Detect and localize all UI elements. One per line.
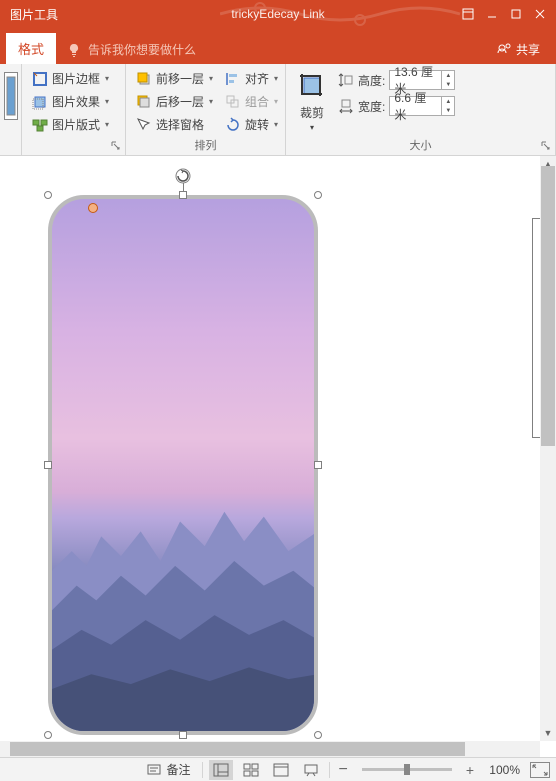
width-input[interactable]: 6.6 厘米 ▲▼ [389,96,455,116]
vertical-scroll-thumb[interactable] [541,166,555,446]
zoom-in-button[interactable]: + [464,762,476,778]
resize-handle-nw[interactable] [44,191,52,199]
rotation-handle[interactable] [174,167,192,185]
ribbon-group-styles-partial [0,64,22,155]
ribbon-group-picture-adjust: 图片边框▾ 图片效果▾ 图片版式▾ [22,64,126,155]
mountain-image [52,492,318,731]
vertical-scrollbar[interactable]: ▲ ▼ [540,156,556,741]
fit-to-window-button[interactable] [530,762,550,778]
tell-me-placeholder: 告诉我你想要做什么 [88,41,196,58]
send-backward-icon [136,94,152,110]
picture-border-icon [32,71,48,87]
arrange-group-label: 排列 [126,137,285,153]
tell-me-search[interactable]: 告诉我你想要做什么 [56,35,206,64]
tab-format[interactable]: 格式 [6,33,56,64]
ribbon: 图片边框▾ 图片效果▾ 图片版式▾ 前移一层▾ 后移一层▾ [0,64,556,156]
title-bar: 图片工具 trickyEdecay Link [0,0,556,28]
zoom-percentage[interactable]: 100% [482,763,520,777]
resize-handle-sw[interactable] [44,731,52,739]
zoom-slider-thumb[interactable] [404,764,410,775]
notes-button[interactable]: 备注 [140,759,196,780]
selection-pane-icon [136,117,152,133]
zoom-out-button[interactable]: − [336,761,349,779]
lightbulb-icon [66,42,82,58]
height-label: 高度: [358,72,385,89]
width-spinner-up[interactable]: ▲ [442,97,454,106]
picture-content [48,195,318,735]
rotate-button[interactable]: 旋转▾ [221,114,282,135]
height-input[interactable]: 13.6 厘米 ▲▼ [389,70,455,90]
width-label: 宽度: [358,98,385,115]
height-icon [338,72,354,88]
picture-border-button[interactable]: 图片边框▾ [28,68,119,89]
picture-style-thumbnail[interactable] [4,72,18,120]
share-label: 共享 [516,41,540,58]
resize-handle-se[interactable] [314,731,322,739]
tool-context-label: 图片工具 [4,6,58,23]
crop-icon [296,70,328,102]
group-icon [225,94,241,110]
ribbon-group-size: 裁剪 ▾ 高度: 13.6 厘米 ▲▼ 宽度: 6.6 厘米 [286,64,556,155]
zoom-slider[interactable] [362,768,452,771]
picture-layout-button[interactable]: 图片版式▾ [28,114,119,135]
dialog-launcher-icon[interactable] [111,141,121,151]
slideshow-view-button[interactable] [299,760,323,780]
bring-forward-icon [136,71,152,87]
width-icon [338,98,354,114]
slide-sorter-view-button[interactable] [239,760,263,780]
ribbon-tabs: 格式 告诉我你想要做什么 共享 [0,28,556,64]
share-icon [496,42,512,58]
crop-button[interactable]: 裁剪 ▾ [292,68,332,134]
ribbon-group-arrange: 前移一层▾ 后移一层▾ 选择窗格 对齐▾ 组合▾ [126,64,286,155]
slide-boundary [532,218,540,438]
notes-icon [146,762,162,778]
align-icon [225,71,241,87]
height-spinner-down[interactable]: ▼ [442,80,454,89]
resize-handle-e[interactable] [314,461,322,469]
window-title: trickyEdecay Link [231,7,324,21]
status-bar: 备注 − + 100% [0,757,556,781]
size-dialog-launcher-icon[interactable] [541,141,551,151]
selected-picture[interactable] [48,195,318,735]
close-button[interactable] [528,4,552,24]
bring-forward-button[interactable]: 前移一层▾ [132,68,217,89]
size-group-label: 大小 [286,137,555,153]
picture-effects-button[interactable]: 图片效果▾ [28,91,119,112]
width-spinner-down[interactable]: ▼ [442,106,454,115]
share-button[interactable]: 共享 [486,35,550,64]
horizontal-scrollbar[interactable] [0,741,540,757]
align-button[interactable]: 对齐▾ [221,68,282,89]
height-spinner-up[interactable]: ▲ [442,71,454,80]
picture-effects-icon [32,94,48,110]
horizontal-scroll-thumb[interactable] [10,742,465,756]
send-backward-button[interactable]: 后移一层▾ [132,91,217,112]
reading-view-button[interactable] [269,760,293,780]
group-button[interactable]: 组合▾ [221,91,282,112]
resize-handle-ne[interactable] [314,191,322,199]
picture-layout-icon [32,117,48,133]
selection-pane-button[interactable]: 选择窗格 [132,114,217,135]
maximize-button[interactable] [504,4,528,24]
adjustment-handle[interactable] [88,203,98,213]
normal-view-button[interactable] [209,760,233,780]
resize-handle-n[interactable] [179,191,187,199]
resize-handle-s[interactable] [179,731,187,739]
scroll-down-arrow[interactable]: ▼ [540,725,556,741]
rotate-icon [225,117,241,133]
resize-handle-w[interactable] [44,461,52,469]
